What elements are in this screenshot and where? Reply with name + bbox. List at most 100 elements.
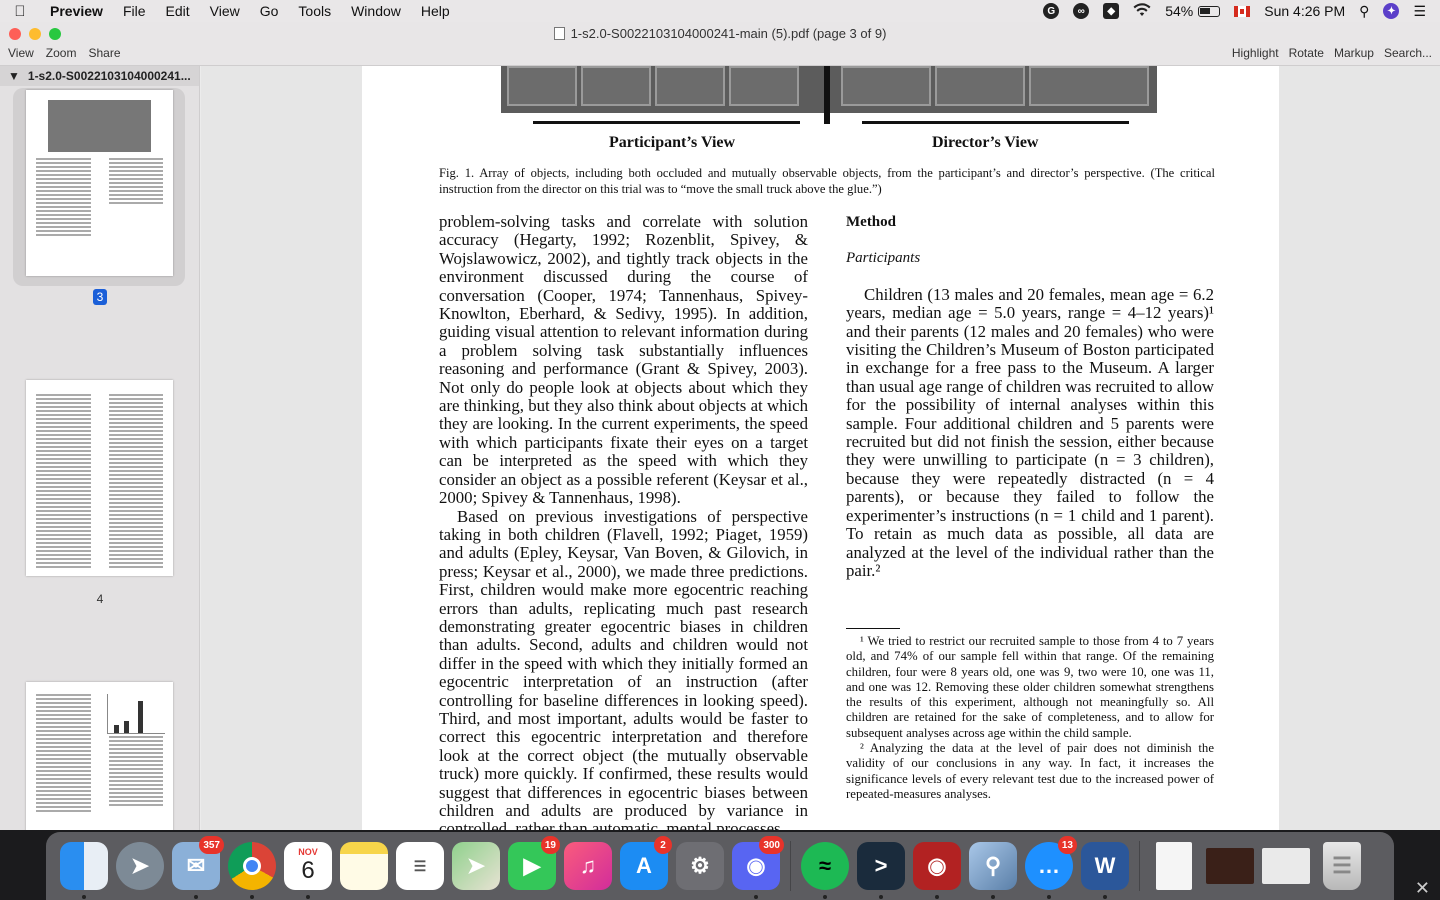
page-number-3[interactable]: 3 [0, 289, 199, 305]
input-source-flag-icon[interactable] [1234, 5, 1251, 17]
share-button[interactable]: Share [88, 46, 120, 60]
dock-music[interactable]: ♫ [560, 838, 616, 894]
battery-status[interactable]: 54% [1165, 3, 1221, 19]
grammarly-icon[interactable]: G [1043, 3, 1060, 19]
music-icon: ♫ [564, 842, 612, 890]
dock-chrome[interactable] [224, 838, 280, 899]
dock-preview[interactable]: ⚲ [965, 838, 1021, 899]
dock-word[interactable]: W [1077, 838, 1133, 899]
page-number-3-label: 3 [92, 289, 108, 305]
calendar-day: 6 [301, 857, 315, 884]
markup-button[interactable]: Markup [1334, 46, 1374, 60]
image-icon [1206, 848, 1254, 884]
page-thumbnail-3[interactable] [26, 90, 173, 276]
close-icon[interactable]: ✕ [1415, 878, 1430, 899]
discord-badge: 300 [759, 836, 784, 854]
terminal-prompt-icon: > [857, 842, 905, 890]
pdf-page: Participant’s View Director’s View Fig. … [362, 66, 1279, 830]
document-view[interactable]: Participant’s View Director’s View Fig. … [201, 66, 1440, 830]
view-button[interactable]: View [8, 46, 34, 60]
dock-messages[interactable]: … 13 [1021, 836, 1077, 899]
director-view-label: Director’s View [932, 134, 1039, 151]
running-indicator [1047, 895, 1051, 899]
footnotes: ¹ We tried to restrict our recruited sam… [846, 634, 1214, 802]
running-indicator [82, 895, 86, 899]
running-indicator [250, 895, 254, 899]
dock-mail[interactable]: ✉ 357 [168, 836, 224, 899]
dock-recent-document[interactable] [1146, 838, 1202, 894]
screenshot-icon [1262, 848, 1310, 884]
running-indicator [879, 895, 883, 899]
participant-view-label: Participant’s View [609, 134, 736, 151]
thumbnail-sidebar[interactable]: ▼ 1-s2.0-S0022103104000241... 3 4 [0, 66, 200, 830]
clock[interactable]: Sun 4:26 PM [1264, 3, 1345, 19]
dock-reminders[interactable]: ☰ [392, 838, 448, 894]
spotlight-search-icon[interactable]: ⚲ [1359, 3, 1369, 20]
menu-go[interactable]: Go [250, 0, 289, 22]
footnote-1: ¹ We tried to restrict our recruited sam… [846, 634, 1214, 740]
page-number-4-label: 4 [96, 592, 104, 606]
dock-dev-app[interactable]: > [853, 838, 909, 899]
paragraph: problem-solving tasks and correlate with… [439, 212, 808, 508]
dock-launchpad[interactable]: ➤ [112, 838, 168, 894]
dock-system-preferences[interactable]: ⚙ [672, 838, 728, 894]
window-title-text: 1-s2.0-S0022103104000241-main (5).pdf (p… [570, 26, 887, 41]
dock-maps[interactable]: ➤ [448, 838, 504, 894]
dock-finder[interactable] [56, 838, 112, 899]
dock-photo-booth[interactable]: ◉ [909, 838, 965, 899]
running-indicator [306, 895, 310, 899]
dock-recent-image[interactable] [1202, 838, 1258, 894]
page-thumbnail-5[interactable] [26, 682, 173, 830]
running-indicator [1103, 895, 1107, 899]
highlight-button[interactable]: Highlight [1232, 46, 1279, 60]
dock-spotify[interactable]: ≈ [797, 838, 853, 899]
messages-badge: 13 [1057, 836, 1077, 854]
app-menu[interactable]: Preview [40, 0, 113, 22]
app-store-badge: 2 [654, 836, 672, 854]
menu-edit[interactable]: Edit [156, 0, 200, 22]
document-icon [1156, 842, 1192, 890]
siri-icon[interactable]: ✦ [1383, 3, 1400, 19]
mail-badge: 357 [199, 836, 224, 854]
preview-icon: ⚲ [969, 842, 1017, 890]
dock-notes[interactable] [336, 838, 392, 894]
figure-caption: Fig. 1. Array of objects, including both… [439, 166, 1215, 196]
dock-app-store[interactable]: A2 [616, 836, 672, 894]
dock-trash[interactable]: ☰ [1314, 838, 1370, 894]
page-thumbnail-4[interactable] [26, 380, 173, 576]
preview-window: 1-s2.0-S0022103104000241-main (5).pdf (p… [0, 22, 1440, 830]
disclosure-triangle-icon[interactable]: ▼ [8, 69, 20, 83]
menu-tools[interactable]: Tools [288, 0, 341, 22]
dock-discord[interactable]: ◉ 300 [728, 836, 784, 899]
menu-window[interactable]: Window [341, 0, 411, 22]
wifi-icon[interactable] [1133, 2, 1151, 20]
photo-booth-icon: ◉ [913, 842, 961, 890]
window-title: 1-s2.0-S0022103104000241-main (5).pdf (p… [0, 26, 1440, 41]
dock-calendar[interactable]: NOV 6 [280, 838, 336, 899]
apple-menu-icon[interactable]:  [0, 3, 40, 20]
creative-cloud-icon[interactable]: ∞ [1073, 3, 1090, 19]
trash-icon: ☰ [1323, 842, 1361, 890]
rotate-button[interactable]: Rotate [1289, 46, 1324, 60]
facetime-badge: 19 [540, 836, 560, 854]
vpn-icon[interactable]: ◆ [1103, 3, 1120, 19]
control-center-icon[interactable]: ☰ [1413, 3, 1426, 20]
dock-recent-screenshot[interactable] [1258, 838, 1314, 894]
chrome-icon [228, 842, 276, 890]
search-field[interactable]: Search... [1384, 46, 1432, 60]
figure-divider [824, 66, 830, 124]
running-indicator [991, 895, 995, 899]
right-column: Method Participants Children (13 males a… [846, 213, 1214, 580]
notes-icon [340, 842, 388, 890]
menu-file[interactable]: File [113, 0, 156, 22]
menu-help[interactable]: Help [411, 0, 460, 22]
calendar-month: NOV [298, 847, 318, 857]
zoom-button[interactable]: Zoom [46, 46, 77, 60]
dock-separator [1139, 841, 1140, 891]
reminders-icon: ☰ [396, 842, 444, 890]
sidebar-document-header[interactable]: ▼ 1-s2.0-S0022103104000241... [0, 66, 199, 86]
menu-view[interactable]: View [200, 0, 250, 22]
dock-facetime[interactable]: ▶ 19 [504, 836, 560, 894]
page-number-4[interactable]: 4 [0, 592, 199, 606]
battery-percent: 54% [1165, 3, 1194, 19]
